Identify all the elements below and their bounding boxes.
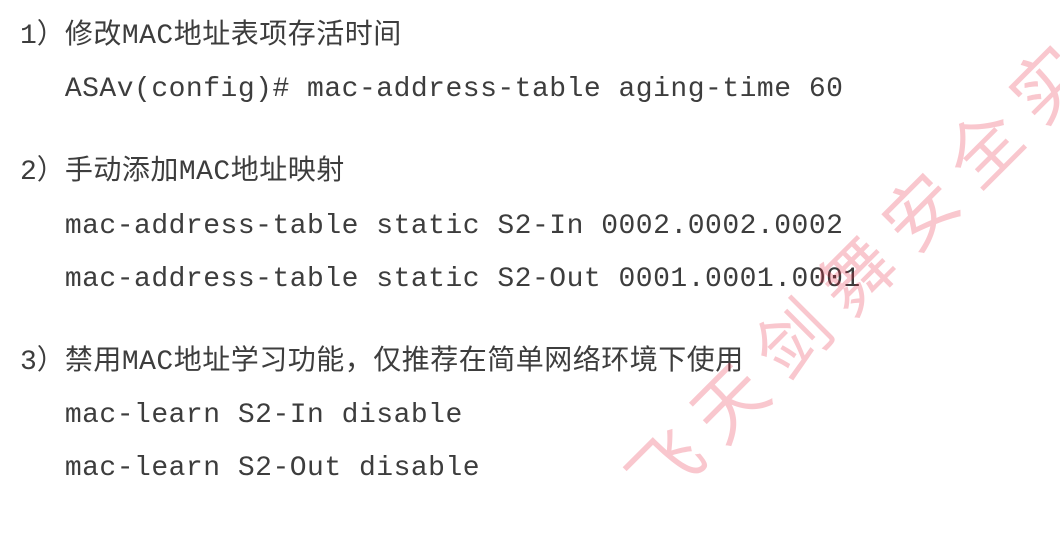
item-content: 禁用MAC地址学习功能，仅推荐在简单网络环境下使用 mac-learn S2-I… (65, 336, 1040, 496)
item-content: 修改MAC地址表项存活时间 ASAv(config)# mac-address-… (65, 10, 1040, 116)
command-line: mac-address-table static S2-In 0002.0002… (65, 200, 1040, 253)
item-title: 修改MAC地址表项存活时间 (65, 10, 1040, 63)
list-item-3: 3） 禁用MAC地址学习功能，仅推荐在简单网络环境下使用 mac-learn S… (20, 336, 1040, 496)
item-number: 3） (20, 336, 65, 496)
command-line: mac-learn S2-In disable (65, 389, 1040, 442)
list-item-2: 2） 手动添加MAC地址映射 mac-address-table static … (20, 146, 1040, 306)
list-item-1: 1） 修改MAC地址表项存活时间 ASAv(config)# mac-addre… (20, 10, 1040, 116)
item-title: 禁用MAC地址学习功能，仅推荐在简单网络环境下使用 (65, 336, 1040, 389)
item-title: 手动添加MAC地址映射 (65, 146, 1040, 199)
item-number: 2） (20, 146, 65, 306)
command-line: ASAv(config)# mac-address-table aging-ti… (65, 63, 1040, 116)
command-line: mac-address-table static S2-Out 0001.000… (65, 253, 1040, 306)
item-content: 手动添加MAC地址映射 mac-address-table static S2-… (65, 146, 1040, 306)
item-number: 1） (20, 10, 65, 116)
command-line: mac-learn S2-Out disable (65, 442, 1040, 495)
